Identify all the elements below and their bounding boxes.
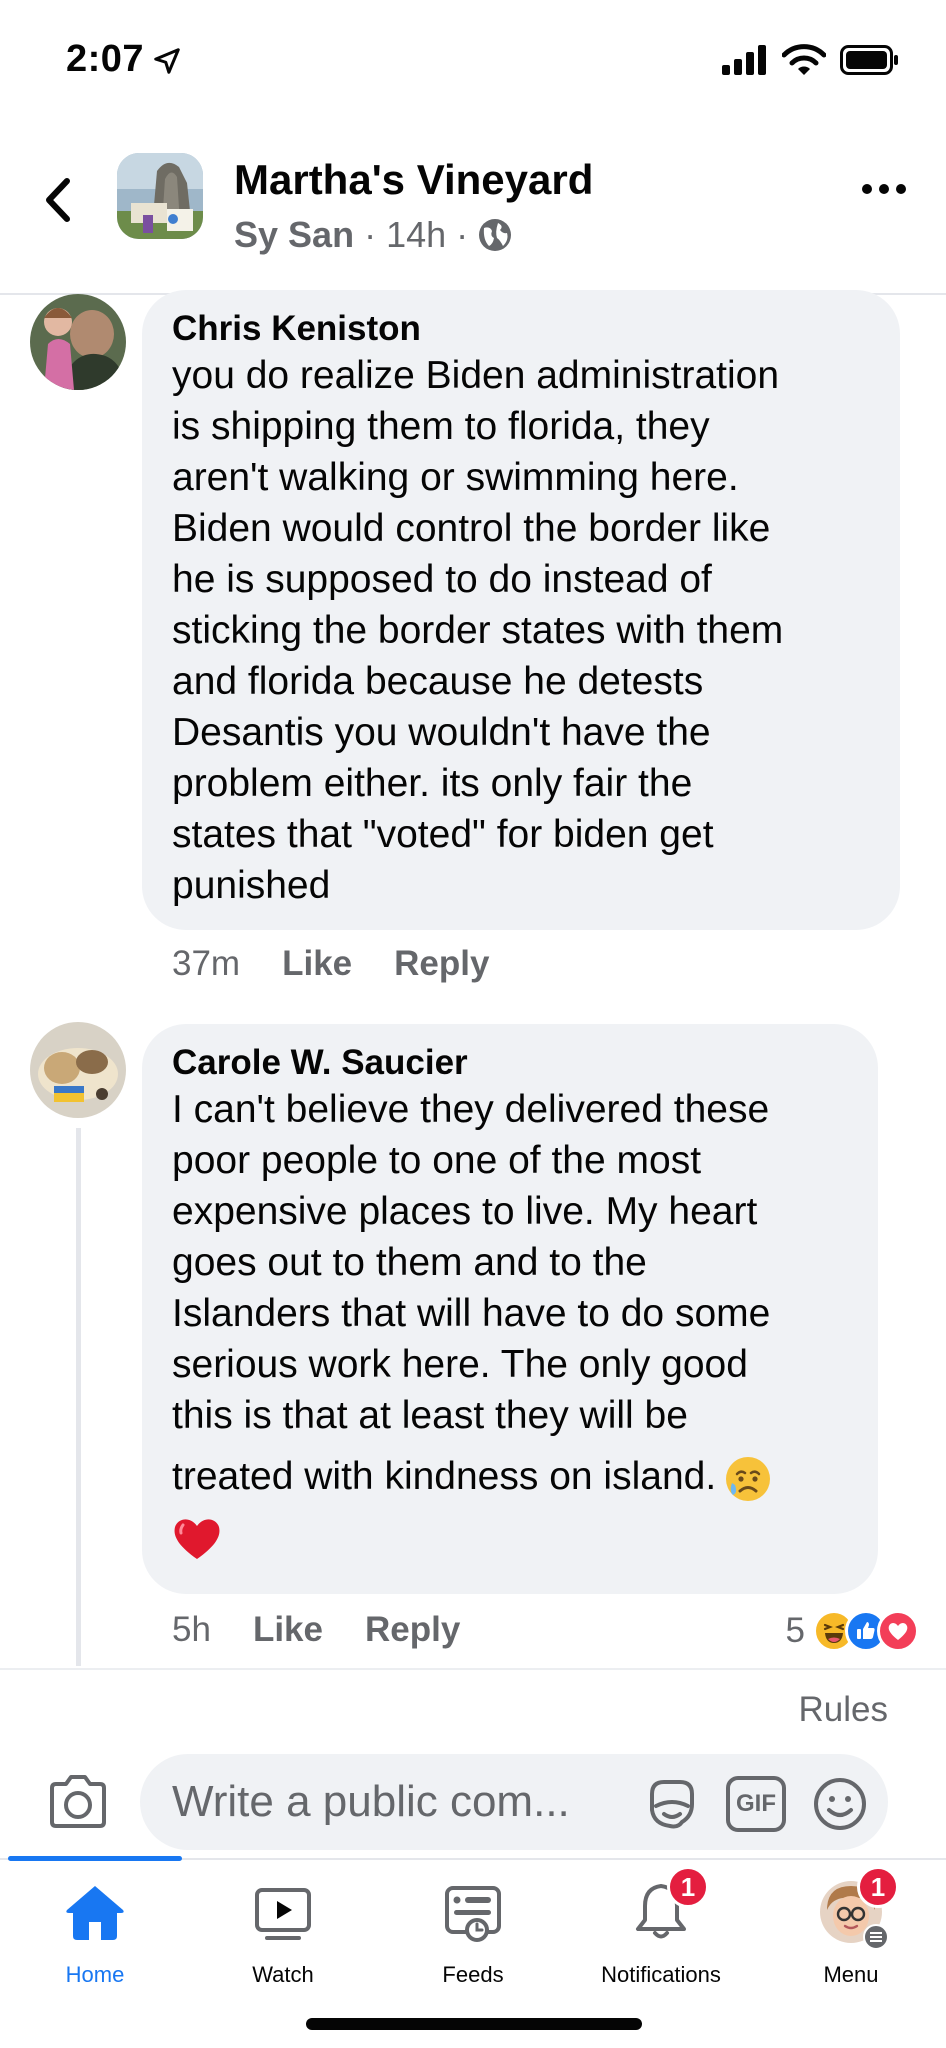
comment-text: I can't believe they delivered these poo…: [172, 1084, 850, 1503]
gif-button[interactable]: GIF: [726, 1776, 786, 1832]
more-options-button[interactable]: [862, 184, 906, 194]
menu-badge: 1: [857, 1866, 899, 1908]
tab-label: Menu: [823, 1962, 879, 1987]
back-button[interactable]: [36, 170, 80, 230]
watch-icon: [255, 1888, 311, 1940]
home-indicator: [306, 2018, 642, 2030]
commenter-avatar[interactable]: [30, 1022, 126, 1118]
tab-label: Notifications: [601, 1962, 721, 1987]
tab-home[interactable]: Home: [0, 1880, 190, 2000]
comment-actions: 37m Like Reply: [172, 944, 531, 984]
meta-separator: ·: [456, 214, 469, 255]
reply-thread-line: [76, 1128, 81, 1666]
reply-button[interactable]: Reply: [394, 944, 489, 984]
post-header: Martha's Vineyard Sy San · 14h ·: [0, 120, 946, 295]
comment-author[interactable]: Chris Keniston: [172, 308, 872, 350]
comment-actions: 5h Like Reply: [172, 1610, 502, 1650]
comment-bubble[interactable]: Chris Keniston you do realize Biden admi…: [142, 290, 900, 930]
status-time: 2:07: [66, 38, 145, 80]
reply-button[interactable]: Reply: [365, 1610, 460, 1650]
notification-badge: 1: [667, 1866, 709, 1908]
post-author[interactable]: Sy San: [234, 214, 354, 256]
tab-label: Watch: [252, 1962, 314, 1987]
comment-text: you do realize Biden administration is s…: [172, 354, 784, 907]
back-chevron-icon: [46, 178, 70, 222]
active-tab-indicator: [8, 1856, 182, 1861]
camera-icon[interactable]: [46, 1770, 110, 1834]
globe-icon: [479, 219, 512, 251]
menu-hamburger-icon: [863, 1924, 889, 1950]
home-icon: [66, 1886, 124, 1940]
tab-label: Feeds: [442, 1962, 504, 1987]
post-meta: Sy San · 14h ·: [234, 214, 512, 256]
avatar-sticker-icon[interactable]: [644, 1776, 700, 1832]
location-arrow-icon: [154, 48, 180, 74]
tab-watch[interactable]: Watch: [188, 1880, 378, 2000]
commenter-avatar[interactable]: [30, 294, 126, 390]
red-heart-emoji: [174, 1519, 220, 1559]
comment-author[interactable]: Carole W. Saucier: [172, 1042, 850, 1084]
cellular-signal-icon: [722, 45, 766, 75]
group-title[interactable]: Martha's Vineyard: [234, 156, 593, 204]
reaction-count: 5: [785, 1611, 805, 1650]
like-button[interactable]: Like: [253, 1610, 323, 1650]
sad-tear-face-emoji: [726, 1456, 771, 1501]
like-button[interactable]: Like: [282, 944, 352, 984]
rules-link[interactable]: Rules: [799, 1690, 888, 1730]
emoji-icon[interactable]: [812, 1776, 868, 1832]
comment-composer: Rules GIF: [0, 1668, 946, 1858]
tab-menu[interactable]: 1 Menu: [756, 1866, 946, 2000]
tab-feeds[interactable]: Feeds: [378, 1880, 568, 2000]
more-icon: [862, 184, 872, 194]
battery-icon: [840, 45, 898, 75]
tab-notifications[interactable]: 1 Notifications: [566, 1866, 756, 2000]
tab-label: Home: [65, 1962, 125, 1987]
comment-bubble[interactable]: Carole W. Saucier I can't believe they d…: [142, 1024, 878, 1594]
feeds-icon: [445, 1886, 501, 1942]
wifi-icon: [782, 44, 826, 75]
group-avatar[interactable]: [117, 153, 203, 239]
group-cover-image: [117, 153, 203, 239]
meta-separator: ·: [364, 214, 377, 255]
love-reaction-icon: [877, 1610, 919, 1652]
post-age[interactable]: 14h: [386, 214, 446, 256]
comment-time[interactable]: 37m: [172, 944, 240, 984]
reaction-summary[interactable]: 5: [786, 1610, 919, 1652]
comment-time[interactable]: 5h: [172, 1610, 211, 1650]
status-bar: 2:07: [0, 0, 946, 120]
